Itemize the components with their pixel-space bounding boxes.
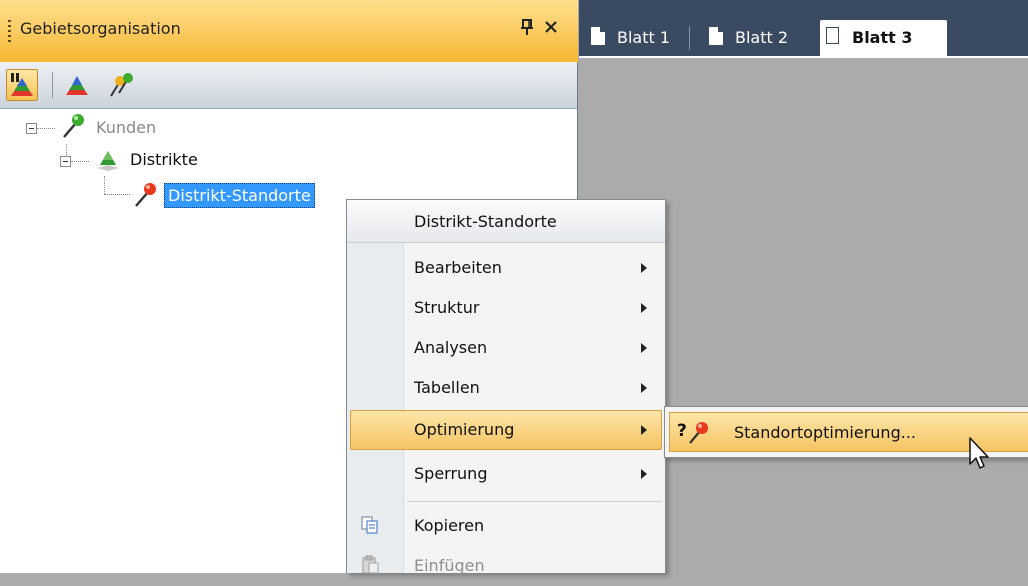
menu-item-optimierung[interactable]: Optimierung <box>350 410 662 450</box>
mouse-cursor-icon <box>969 437 989 469</box>
panel-title: Gebietsorganisation <box>20 19 181 38</box>
submenu-arrow-icon <box>641 425 647 435</box>
menu-item-tabellen[interactable]: Tabellen <box>350 368 662 408</box>
svg-text:?: ? <box>677 421 687 441</box>
tab-blatt-1[interactable]: Blatt 1 <box>585 20 689 56</box>
tab-strip-baseline <box>579 56 1028 58</box>
drag-grip-icon[interactable] <box>8 20 11 42</box>
layer-pyramid-icon <box>97 151 119 171</box>
tree-node-distrikt-standorte[interactable]: Distrikt-Standorte <box>164 183 315 208</box>
document-icon <box>826 27 839 44</box>
menu-item-label: Bearbeiten <box>414 258 502 277</box>
panel-toolbar <box>0 62 577 109</box>
menu-item-label: Sperrung <box>414 464 488 483</box>
menu-item-label: Struktur <box>414 298 480 317</box>
submenu-arrow-icon <box>641 383 647 393</box>
tree-connector <box>104 176 105 194</box>
panel-header: Gebietsorganisation <box>0 0 578 63</box>
toolbar-pins-button[interactable] <box>106 69 138 101</box>
document-icon <box>709 27 723 45</box>
toolbar-layers-button[interactable] <box>62 69 94 101</box>
menu-item-label: Optimierung <box>414 420 515 439</box>
red-pin-icon <box>135 183 156 207</box>
paste-icon <box>362 555 379 574</box>
tab-separator <box>689 26 690 50</box>
tab-label: Blatt 3 <box>852 28 913 47</box>
tree-collapse-toggle[interactable] <box>26 123 37 134</box>
tree-node-kunden[interactable]: Kunden <box>96 118 156 137</box>
context-menu-header: Distrikt-Standorte <box>347 200 665 243</box>
pin-button[interactable] <box>517 17 537 43</box>
tree-connector <box>37 128 55 129</box>
tree-collapse-toggle[interactable] <box>60 156 71 167</box>
toolbar-separator <box>52 72 53 98</box>
tab-label: Blatt 1 <box>617 28 671 47</box>
copy-icon <box>361 516 378 534</box>
context-menu-title: Distrikt-Standorte <box>414 212 557 231</box>
menu-separator <box>407 501 662 502</box>
tree-connector <box>71 161 89 162</box>
layers-icon <box>66 76 88 95</box>
submenu-arrow-icon <box>641 303 647 313</box>
close-button[interactable] <box>541 17 561 43</box>
document-icon <box>591 27 605 45</box>
pins-icon <box>110 73 133 97</box>
menu-item-label: Einfügen <box>414 556 485 575</box>
menu-item-analysen[interactable]: Analysen <box>350 328 662 368</box>
submenu-arrow-icon <box>641 469 647 479</box>
pin-icon <box>521 19 533 35</box>
tree-node-distrikte[interactable]: Distrikte <box>130 150 198 169</box>
submenu-arrow-icon <box>641 263 647 273</box>
menu-item-label: Analysen <box>414 338 488 357</box>
toolbar-layers-pin-button[interactable] <box>6 69 38 101</box>
close-icon <box>545 21 557 33</box>
green-pin-icon <box>63 114 84 138</box>
menu-item-sperrung[interactable]: Sperrung <box>350 454 662 494</box>
tree-connector <box>104 194 130 195</box>
tab-label: Blatt 2 <box>735 28 789 47</box>
menu-item-label: Tabellen <box>414 378 480 397</box>
menu-item-struktur[interactable]: Struktur <box>350 288 662 328</box>
tab-blatt-2[interactable]: Blatt 2 <box>703 20 807 56</box>
menu-item-kopieren[interactable]: Kopieren <box>350 506 662 546</box>
layers-pin-icon <box>11 73 33 96</box>
menu-item-einfuegen[interactable]: Einfügen <box>350 546 662 586</box>
submenu-arrow-icon <box>641 343 647 353</box>
question-pin-icon: ? <box>677 421 708 444</box>
menu-item-label: Kopieren <box>414 516 485 535</box>
tab-blatt-3[interactable]: Blatt 3 <box>820 20 947 56</box>
menu-item-label: Standortoptimierung... <box>734 423 916 442</box>
menu-item-bearbeiten[interactable]: Bearbeiten <box>350 248 662 288</box>
context-menu: Distrikt-Standorte Bearbeiten Struktur A… <box>346 199 666 575</box>
document-tabs: Blatt 1 Blatt 2 Blatt 3 <box>579 0 1028 58</box>
